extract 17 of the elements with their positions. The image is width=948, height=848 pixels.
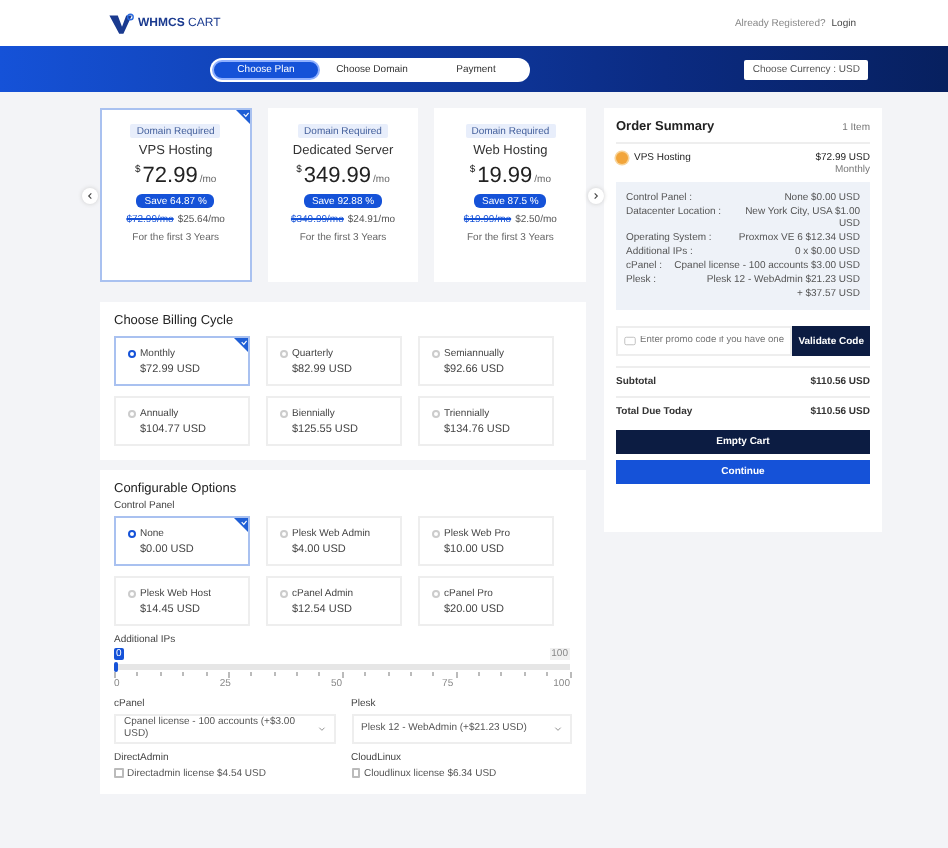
checkbox[interactable] xyxy=(351,768,360,778)
checkbox[interactable] xyxy=(114,768,123,778)
chevron-down-icon xyxy=(554,725,562,731)
logo-icon xyxy=(108,11,136,35)
plan-price: 72.99 xyxy=(142,164,198,188)
chevron-left-icon xyxy=(86,192,94,200)
next-button[interactable] xyxy=(588,188,604,204)
chevron-down-icon xyxy=(317,725,325,731)
check-corner-icon xyxy=(235,110,250,124)
check-corner-icon xyxy=(234,338,248,352)
previous-button[interactable] xyxy=(82,188,98,204)
plan-price: 19.99 xyxy=(477,164,533,188)
chevron-right-icon xyxy=(592,192,600,200)
plan-price: 349.99 xyxy=(303,164,372,188)
product-icon xyxy=(616,152,628,164)
slider-handle[interactable] xyxy=(113,661,117,672)
check-corner-icon xyxy=(234,518,248,532)
